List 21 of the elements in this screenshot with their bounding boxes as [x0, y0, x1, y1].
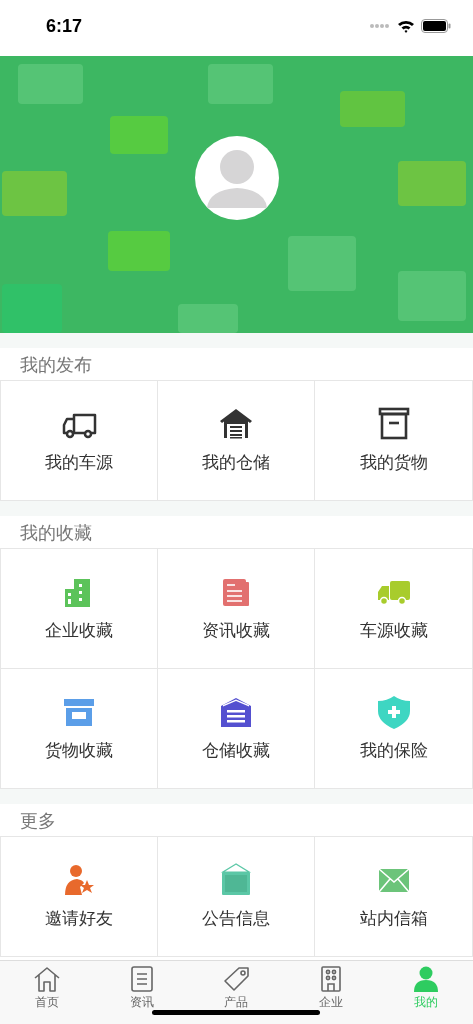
section-title: 更多 — [0, 804, 473, 837]
section-title: 我的收藏 — [0, 516, 473, 549]
menu-tile[interactable]: 邀请好友 — [0, 837, 158, 957]
battery-icon — [421, 19, 451, 33]
wifi-icon — [397, 19, 415, 33]
tab[interactable]: 首页 — [0, 961, 95, 1024]
home-icon — [33, 966, 62, 992]
tag-icon — [222, 966, 251, 992]
tab[interactable]: 企业 — [283, 961, 379, 1024]
tab[interactable]: 产品 — [189, 961, 284, 1024]
section-title: 我的发布 — [0, 348, 473, 381]
tab[interactable]: 资讯 — [94, 961, 190, 1024]
signal-icon — [369, 23, 391, 29]
menu-tile[interactable]: 资讯收藏 — [157, 549, 316, 669]
person-icon — [411, 966, 440, 992]
menu-tile[interactable]: 企业收藏 — [0, 549, 158, 669]
menu-tile[interactable]: 公告信息 — [157, 837, 316, 957]
menu-tile[interactable]: 车源收藏 — [315, 549, 473, 669]
status-time: 6:17 — [46, 15, 83, 37]
menu-tile[interactable]: 站内信箱 — [315, 837, 473, 957]
avatar[interactable] — [195, 136, 279, 220]
